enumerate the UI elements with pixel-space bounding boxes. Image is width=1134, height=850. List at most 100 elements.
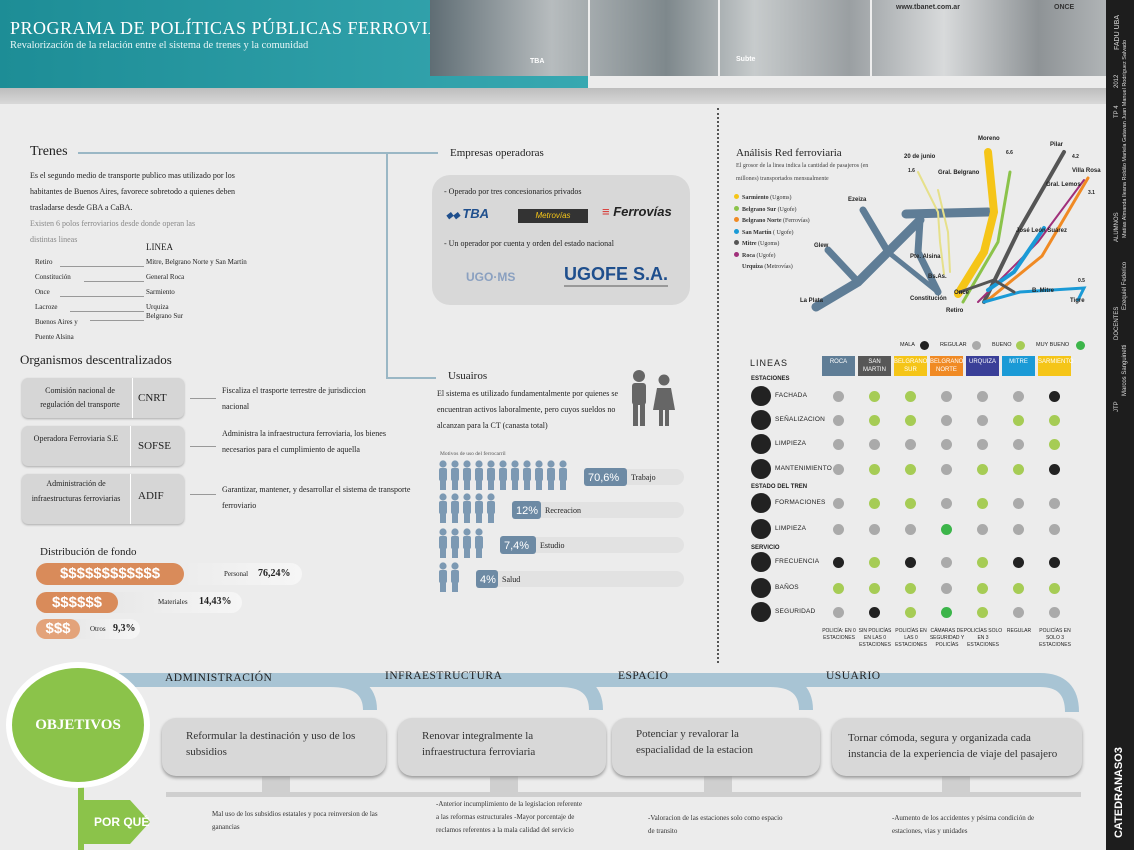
person-icon <box>463 528 471 558</box>
row-label: FACHADA <box>775 392 808 399</box>
rating-dot <box>905 583 916 594</box>
tabla-legend: MALA REGULAR BUENO MUY BUENO <box>900 341 1085 352</box>
rating-dot <box>833 498 844 509</box>
legend-swatch <box>734 228 739 234</box>
objetivos-badge: OBJETIVOS <box>12 668 144 782</box>
connector-line <box>386 377 436 379</box>
column-header: SAN MARTIN <box>858 356 891 376</box>
person-icon <box>451 528 459 558</box>
person-icon <box>463 460 471 490</box>
rating-dot <box>1049 524 1060 535</box>
legend-item: San Martín ( Ugofe) <box>734 228 794 236</box>
legend-name: Roca <box>742 252 757 259</box>
year-label: 2012 <box>1114 74 1120 88</box>
photo-label: www.tbanet.com.ar <box>896 4 960 11</box>
row-label: SEÑALIZACION <box>775 416 826 423</box>
section-divider <box>717 108 719 663</box>
tp-label: TP 4 <box>1114 105 1120 118</box>
rating-dot <box>977 557 988 568</box>
category-label: USUARIO <box>826 670 881 682</box>
legend-name: San Martín <box>742 229 774 236</box>
category-label: ESPACIO <box>618 670 669 682</box>
alumnos-label: ALUMNOS <box>1114 212 1120 242</box>
divider <box>132 378 133 418</box>
row-icon <box>751 386 771 406</box>
station-label: José León Suárez <box>1016 228 1067 234</box>
person-icon <box>475 493 483 523</box>
logo-ferrovias-text: Ferrovías <box>613 204 672 219</box>
rating-dot <box>869 583 880 594</box>
organismo-connector <box>190 446 216 447</box>
rating-dot <box>869 391 880 402</box>
station-label: Pte. Alsina <box>910 254 941 260</box>
fondo-bar: $$$$$$ <box>36 592 118 613</box>
legend-swatch <box>734 205 739 211</box>
rating-dot <box>1013 498 1024 509</box>
rating-dot <box>977 524 988 535</box>
rating-dot <box>977 607 988 618</box>
station-label: Gral. Belgrano <box>938 170 980 176</box>
rating-dot <box>905 464 916 475</box>
station-label: Ezeiza <box>848 197 867 203</box>
rating-dot <box>833 524 844 535</box>
legend-name: Belgrano Sur <box>742 206 778 213</box>
organismo-connector <box>190 398 216 399</box>
fondo-label: Otros <box>90 625 106 633</box>
rating-dot <box>869 415 880 426</box>
tabla-legend-dot <box>1016 341 1025 350</box>
fondo-label: Personal <box>224 570 249 578</box>
station-label: Once <box>954 290 970 296</box>
station-label: Bs.As. <box>928 274 947 280</box>
passenger-value: 1.6 <box>908 168 915 174</box>
rating-dot <box>1049 607 1060 618</box>
person-icon <box>451 460 459 490</box>
usuarios-title: Usuairos <box>448 370 488 382</box>
empresas-estado: - Un operador por cuenta y orden del est… <box>444 239 614 248</box>
rating-dot <box>941 498 952 509</box>
rating-dot <box>941 439 952 450</box>
section-label: ESTACIONES <box>751 376 790 382</box>
sidebar-credits: FADU UBA 2012 TP 4 ALUMNOS Matías Almand… <box>1106 0 1134 850</box>
rating-dot <box>869 557 880 568</box>
legend-item: Sarmiento (Ugoms) <box>734 194 792 201</box>
motivo-label: Estudio <box>540 541 564 550</box>
row-icon <box>751 578 771 598</box>
section-label: ESTADO DEL TREN <box>751 484 808 490</box>
logo-tba-text: TBA <box>462 206 490 221</box>
rating-dot <box>1013 583 1024 594</box>
person-icon <box>451 562 459 592</box>
legend-swatch <box>734 263 739 268</box>
row-icon <box>751 552 771 572</box>
row-icon <box>751 434 771 454</box>
faculty-label: FADU UBA <box>1114 14 1121 50</box>
rating-dot <box>1013 557 1024 568</box>
category-label: INFRAESTRUCTURA <box>385 670 503 682</box>
rating-dot <box>905 557 916 568</box>
empresas-title: Empresas operadoras <box>450 147 544 159</box>
column-header: URQUIZA <box>966 356 999 376</box>
photo-label: TBA <box>530 58 545 65</box>
row-label: FRECUENCIA <box>775 558 820 565</box>
station-label: La Plata <box>800 298 824 304</box>
station-label: Gral. Lemos <box>1046 182 1081 188</box>
person-icon <box>523 460 531 490</box>
rating-dot <box>977 498 988 509</box>
trenes-subtext: Existen 6 polos ferroviarios desde donde… <box>30 219 196 244</box>
column-header: MITRE <box>1002 356 1035 376</box>
page-subtitle: Revalorización de la relación entre el s… <box>10 40 309 51</box>
docentes-label: DOCENTES <box>1114 306 1120 340</box>
rating-dot <box>833 391 844 402</box>
organismo-box-adif: Administración de infraestructuras ferro… <box>22 474 184 524</box>
empresas-concesionarios: - Operado por tres concesionarios privad… <box>444 187 582 196</box>
rating-dot <box>977 464 988 475</box>
station-label: Moreno <box>978 136 1000 142</box>
rating-dot <box>1013 391 1024 402</box>
organismo-desc: Administra la infraestructura ferroviari… <box>222 429 386 454</box>
rating-dot <box>941 415 952 426</box>
rating-dot <box>905 439 916 450</box>
motivos-chart: 70,6% Trabajo 12% Recreacion 7,4% Estudio 4% Sa… <box>439 460 684 592</box>
motivo-pct: 7,4% <box>504 540 529 552</box>
polo-connector <box>70 311 144 312</box>
fondo-value: 14,43% <box>199 596 232 607</box>
person-icon <box>475 528 483 558</box>
